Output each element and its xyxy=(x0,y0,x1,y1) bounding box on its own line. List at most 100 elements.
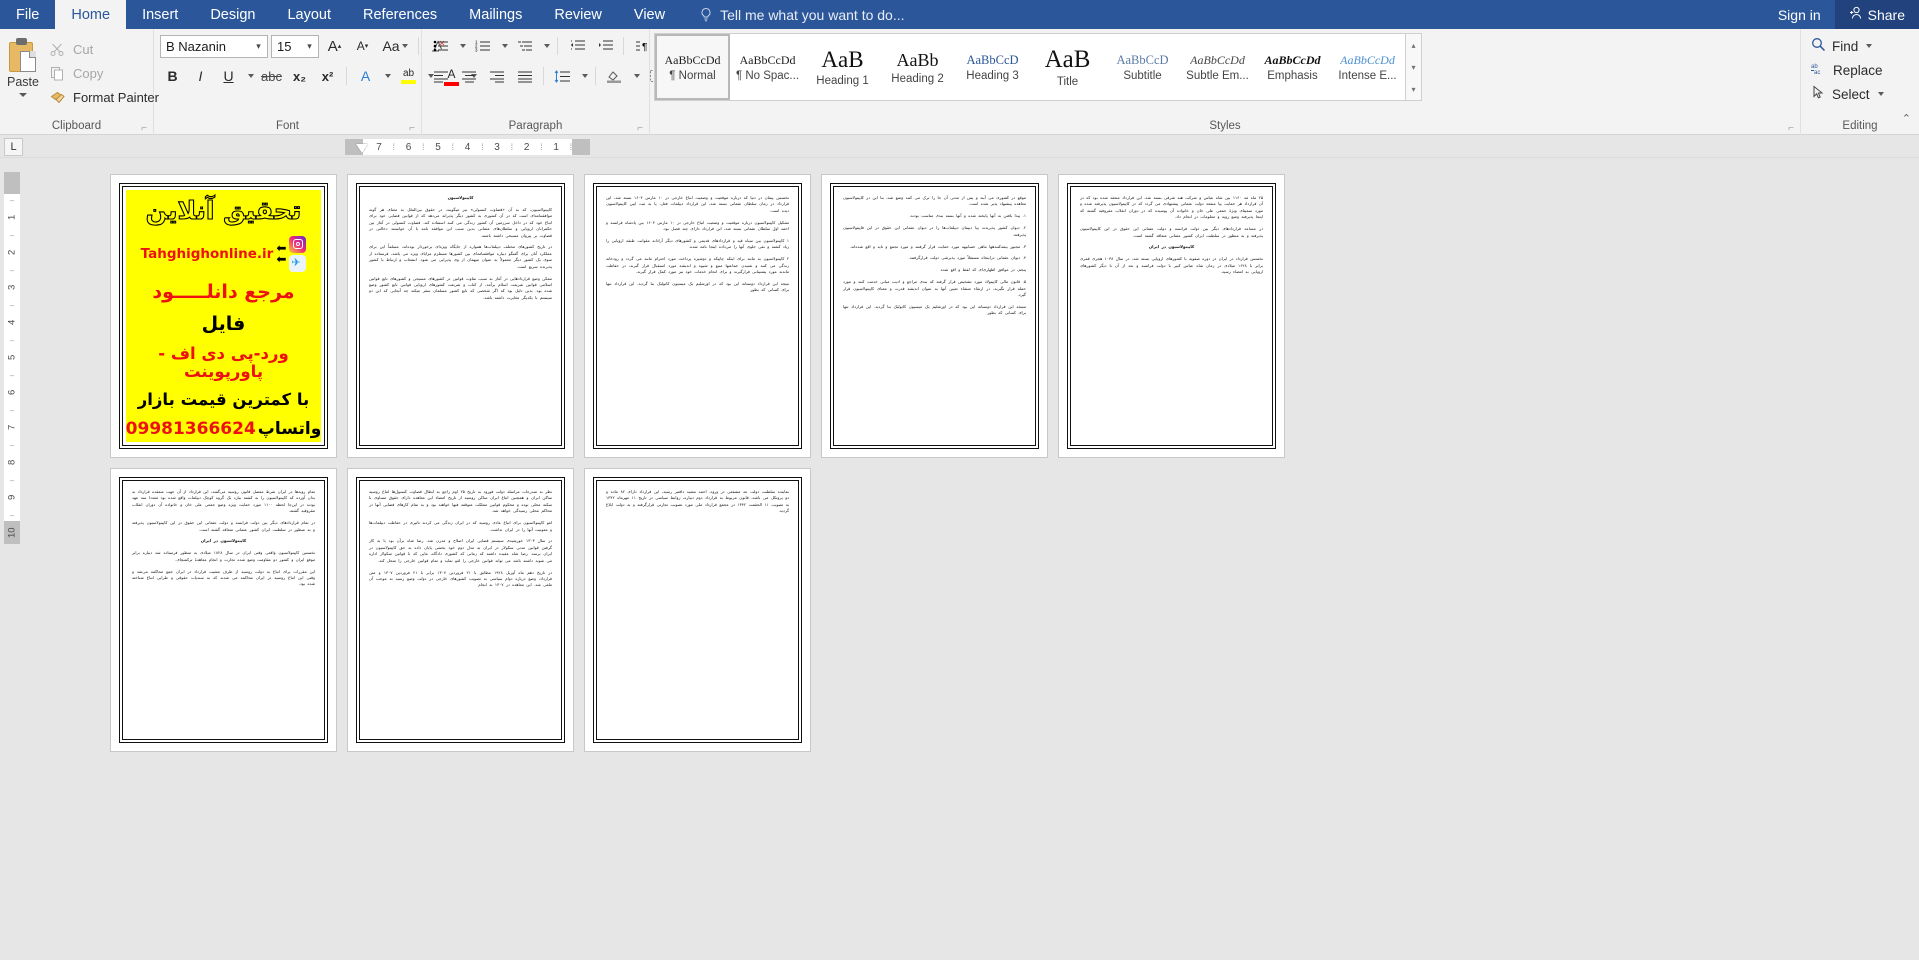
select-dropdown-icon[interactable] xyxy=(1877,92,1884,96)
chevron-down-icon[interactable] xyxy=(19,93,27,97)
ribbon-tab-design[interactable]: Design xyxy=(194,0,271,29)
clipboard-dialog-launcher[interactable]: ⌐ xyxy=(141,120,147,137)
change-case-button[interactable]: Aa xyxy=(378,34,412,58)
justify-button[interactable] xyxy=(512,64,537,88)
strikethrough-button[interactable]: abc xyxy=(259,64,284,88)
tab-stop-selector[interactable]: L xyxy=(4,138,23,156)
grow-font-button[interactable]: A ▴ xyxy=(322,34,347,58)
paragraph: ۵. قانون مالی کاپیتولاد مورد تشخیص قرار … xyxy=(843,279,1026,298)
cut-button[interactable]: Cut xyxy=(45,37,163,61)
style-item-3[interactable]: AaBb Heading 2 xyxy=(880,34,955,100)
paragraph: موقع در کشوری می آیند و پس از مدتی آن جا… xyxy=(843,195,1026,207)
document-page-4[interactable]: موقع در کشوری می آیند و پس از مدتی آن جا… xyxy=(822,175,1047,457)
multilevel-dropdown[interactable] xyxy=(540,34,551,58)
paragraph-dialog-launcher[interactable]: ⌐ xyxy=(637,120,643,137)
ribbon-tab-insert[interactable]: Insert xyxy=(126,0,194,29)
vertical-ruler[interactable]: –1–2–3–4–5–6–7–8–9–10 xyxy=(0,158,23,960)
ruler-tick-7: 7 xyxy=(376,141,382,153)
document-canvas[interactable]: تحقیق آنلاین Tahghighonline.ir ⬅ ⬅ ✈ مرجع دان… xyxy=(23,158,1919,960)
sign-in-button[interactable]: Sign in xyxy=(1764,0,1835,29)
style-preview: AaB xyxy=(1044,46,1091,73)
title-bar: File Home Insert Design Layout Reference… xyxy=(0,0,1919,29)
subscript-button[interactable]: x₂ xyxy=(287,64,312,88)
bullets-button[interactable] xyxy=(428,34,453,58)
italic-button[interactable]: I xyxy=(188,64,213,88)
ribbon-tab-file[interactable]: File xyxy=(0,0,55,29)
ribbon-tab-review[interactable]: Review xyxy=(538,0,618,29)
font-dialog-launcher[interactable]: ⌐ xyxy=(409,120,415,137)
line-spacing-button[interactable] xyxy=(550,64,575,88)
format-painter-button[interactable]: Format Painter xyxy=(45,85,163,109)
style-item-5[interactable]: AaB Title xyxy=(1030,34,1105,100)
chevron-down-icon[interactable]: ▾ xyxy=(303,41,316,52)
line-spacing-dropdown[interactable] xyxy=(578,64,589,88)
ribbon-tab-mailings[interactable]: Mailings xyxy=(453,0,538,29)
decrease-indent-button[interactable] xyxy=(564,34,589,58)
telegram-icon[interactable]: ✈ xyxy=(289,254,307,272)
underline-dropdown[interactable] xyxy=(244,64,256,88)
text-effects-dropdown[interactable] xyxy=(381,64,393,88)
first-line-indent-marker[interactable] xyxy=(356,144,368,153)
style-item-0[interactable]: AaBbCcDd ¶ Normal xyxy=(655,34,730,100)
style-item-4[interactable]: AaBbCcD Heading 3 xyxy=(955,34,1030,100)
horizontal-ruler[interactable]: L ⁞ 7 ⁞ 6 ⁞ 5 ⁞ 4 ⁞ 3 ⁞ 2 ⁞ 1 ⁞ xyxy=(0,136,1919,158)
ribbon-tab-references[interactable]: References xyxy=(347,0,453,29)
ad-website-url[interactable]: Tahghighonline.ir xyxy=(141,246,274,262)
font-name-value: B Nazanin xyxy=(166,38,226,54)
ribbon-tab-layout[interactable]: Layout xyxy=(271,0,347,29)
underline-button[interactable]: U xyxy=(216,64,241,88)
numbering-dropdown[interactable] xyxy=(498,34,509,58)
styles-gallery[interactable]: AaBbCcDd ¶ Normal AaBbCcDd ¶ No Spac... AaB H… xyxy=(654,33,1406,101)
share-button[interactable]: Share xyxy=(1834,0,1919,29)
style-item-2[interactable]: AaB Heading 1 xyxy=(805,34,880,100)
collapse-ribbon-button[interactable]: ⌃ xyxy=(1902,112,1911,125)
highlight-color-button[interactable]: ab xyxy=(396,64,421,88)
document-page-5[interactable]: ۲۵ ماه مه ۱۱۶۰ بین شاه عباس و شرکت هند ش… xyxy=(1059,175,1284,457)
style-item-6[interactable]: AaBbCcD Subtitle xyxy=(1105,34,1180,100)
chevron-down-icon[interactable]: ▾ xyxy=(252,41,265,52)
paste-button[interactable]: Paste xyxy=(6,34,40,97)
select-button[interactable]: Select xyxy=(1811,82,1884,106)
style-item-7[interactable]: AaBbCcDd Subtle Em... xyxy=(1180,34,1255,100)
shrink-font-button[interactable]: A ▾ xyxy=(350,34,375,58)
font-size-combo[interactable]: 15 ▾ xyxy=(271,34,319,58)
styles-scroll-down[interactable]: ▾ xyxy=(1406,56,1421,78)
document-page-7[interactable]: نظر به مندرجات مراسله دولت فورود به تاری… xyxy=(348,469,573,751)
styles-dialog-launcher[interactable]: ⌐ xyxy=(1788,120,1794,137)
bullets-dropdown[interactable] xyxy=(456,34,467,58)
find-dropdown-icon[interactable] xyxy=(1866,44,1873,48)
styles-scroll-up[interactable]: ▴ xyxy=(1406,34,1421,56)
document-page-3[interactable]: نخستین پیمان در دنیا که درباره موقعیت و … xyxy=(585,175,810,457)
numbering-button[interactable]: 123 xyxy=(470,34,495,58)
document-page-2[interactable]: کاپیتولاسیون کاپیتولاسیون، که به آن «قضاو… xyxy=(348,175,573,457)
replace-label: Replace xyxy=(1833,62,1883,78)
tell-me-search[interactable]: Tell me what you want to do... xyxy=(681,0,916,29)
instagram-icon[interactable] xyxy=(289,235,307,253)
vruler-minor-tick: – xyxy=(9,510,15,520)
font-name-combo[interactable]: B Nazanin ▾ xyxy=(160,34,268,58)
multilevel-list-button[interactable] xyxy=(512,34,537,58)
style-item-9[interactable]: AaBbCcDd Intense E... xyxy=(1330,34,1405,100)
align-right-button[interactable] xyxy=(484,64,509,88)
replace-button[interactable]: ab ac Replace xyxy=(1811,58,1883,82)
style-item-1[interactable]: AaBbCcDd ¶ No Spac... xyxy=(730,34,805,100)
bold-button[interactable]: B xyxy=(160,64,185,88)
ad-line-3: ورد-پی دی اف - پاورپوینت xyxy=(158,343,289,381)
ribbon-tab-home[interactable]: Home xyxy=(55,0,127,29)
text-effects-button[interactable]: A xyxy=(353,64,378,88)
document-page-1[interactable]: تحقیق آنلاین Tahghighonline.ir ⬅ ⬅ ✈ مرجع دان… xyxy=(111,175,336,457)
styles-gallery-scrollbar[interactable]: ▴ ▾ ▾ xyxy=(1406,33,1422,101)
document-page-8[interactable]: نماینده سلطنت دولت عد مشفعی در ورود، احم… xyxy=(585,469,810,751)
align-center-button[interactable] xyxy=(456,64,481,88)
superscript-button[interactable]: x² xyxy=(315,64,340,88)
style-item-8[interactable]: AaBbCcDd Emphasis xyxy=(1255,34,1330,100)
shading-dropdown[interactable] xyxy=(630,64,641,88)
ribbon-tab-view[interactable]: View xyxy=(618,0,681,29)
find-button[interactable]: Find xyxy=(1811,34,1873,58)
shading-button[interactable] xyxy=(602,64,627,88)
increase-indent-button[interactable] xyxy=(592,34,617,58)
copy-button[interactable]: Copy xyxy=(45,61,163,85)
align-left-button[interactable] xyxy=(428,64,453,88)
document-page-6[interactable]: تمام رویه‌ها در ایران شرط مفصل قانون روس… xyxy=(111,469,336,751)
styles-more[interactable]: ▾ xyxy=(1406,78,1421,100)
